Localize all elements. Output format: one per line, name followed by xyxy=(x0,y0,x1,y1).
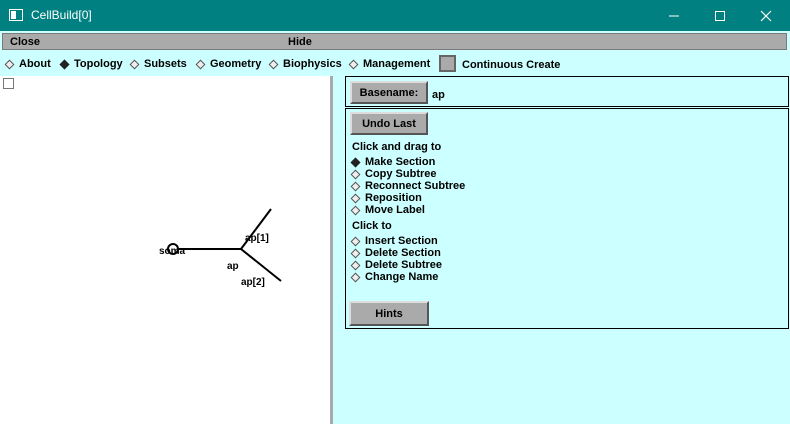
option-insert-section[interactable]: Insert Section xyxy=(350,235,438,247)
radio-selected-icon xyxy=(59,59,70,69)
tab-about[interactable]: About xyxy=(4,58,51,70)
option-delete-subtree[interactable]: Delete Subtree xyxy=(350,259,443,271)
option-label: Change Name xyxy=(365,271,439,283)
option-label: Reconnect Subtree xyxy=(365,180,466,192)
radio-icon xyxy=(195,59,206,69)
tab-topology[interactable]: Topology xyxy=(59,58,123,70)
radio-selected-icon xyxy=(350,157,361,167)
menu-hide[interactable]: Hide xyxy=(288,36,312,48)
maximize-icon xyxy=(715,10,725,21)
option-label: Delete Subtree xyxy=(365,259,443,271)
option-label: Insert Section xyxy=(365,235,438,247)
tab-label: Topology xyxy=(74,58,123,70)
ap2-label: ap[2] xyxy=(241,277,265,288)
menu-bar: Close Hide xyxy=(2,33,787,50)
window-title: CellBuild[0] xyxy=(31,8,92,22)
radio-icon xyxy=(129,59,140,69)
radio-icon xyxy=(350,272,361,282)
tab-subsets[interactable]: Subsets xyxy=(129,58,187,70)
option-change-name[interactable]: Change Name xyxy=(350,271,439,283)
radio-icon xyxy=(350,193,361,203)
radio-icon xyxy=(350,181,361,191)
basename-button[interactable]: Basename: xyxy=(350,81,428,104)
radio-icon xyxy=(348,59,359,69)
maximize-button[interactable] xyxy=(697,0,743,31)
radio-icon xyxy=(350,236,361,246)
soma-label: soma xyxy=(159,246,186,257)
option-label: Copy Subtree xyxy=(365,168,437,180)
option-move-label[interactable]: Move Label xyxy=(350,204,425,216)
option-reposition[interactable]: Reposition xyxy=(350,192,422,204)
minimize-icon xyxy=(669,15,679,16)
tab-geometry[interactable]: Geometry xyxy=(195,58,262,70)
radio-icon xyxy=(350,260,361,270)
drag-header: Click and drag to xyxy=(352,141,442,153)
option-label: Move Label xyxy=(365,204,425,216)
minimize-button[interactable] xyxy=(651,0,697,31)
radio-icon xyxy=(4,59,15,69)
tab-label: Geometry xyxy=(210,58,262,70)
tab-label: About xyxy=(19,58,51,70)
tab-radio-bar: About Topology Subsets Geometry Biophysi… xyxy=(0,52,790,76)
radio-icon xyxy=(268,59,279,69)
option-label: Reposition xyxy=(365,192,422,204)
undo-last-button[interactable]: Undo Last xyxy=(350,112,428,135)
tab-management[interactable]: Management xyxy=(348,58,431,70)
radio-icon xyxy=(350,205,361,215)
topology-canvas[interactable]: soma ap ap[1] ap[2] xyxy=(0,76,333,424)
continuous-create-checkbox[interactable] xyxy=(439,55,456,72)
tab-biophysics[interactable]: Biophysics xyxy=(268,58,342,70)
option-delete-section[interactable]: Delete Section xyxy=(350,247,441,259)
option-copy-subtree[interactable]: Copy Subtree xyxy=(350,168,437,180)
option-label: Delete Section xyxy=(365,247,441,259)
ap-label: ap xyxy=(227,261,239,272)
menu-close[interactable]: Close xyxy=(10,36,40,48)
option-make-section[interactable]: Make Section xyxy=(350,156,436,168)
app-icon xyxy=(9,9,23,21)
close-icon xyxy=(760,10,772,21)
basename-value: ap xyxy=(432,89,445,101)
ap1-label: ap[1] xyxy=(245,233,269,244)
radio-icon xyxy=(350,169,361,179)
radio-icon xyxy=(350,248,361,258)
option-label: Make Section xyxy=(365,156,436,168)
close-window-button[interactable] xyxy=(743,0,789,31)
tab-label: Biophysics xyxy=(283,58,342,70)
option-reconnect-subtree[interactable]: Reconnect Subtree xyxy=(350,180,466,192)
continuous-create-label: Continuous Create xyxy=(462,59,561,71)
tab-label: Management xyxy=(363,58,431,70)
title-bar: CellBuild[0] xyxy=(0,0,790,31)
tab-label: Subsets xyxy=(144,58,187,70)
hints-button[interactable]: Hints xyxy=(349,301,429,326)
click-header: Click to xyxy=(352,220,392,232)
